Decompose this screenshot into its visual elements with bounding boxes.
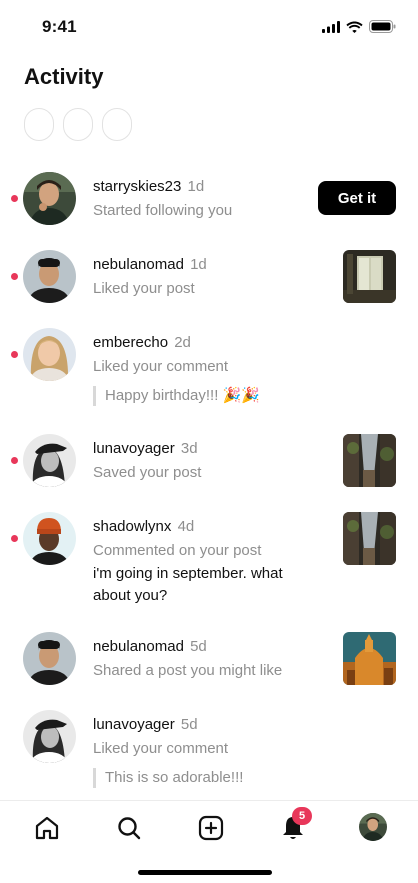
timestamp: 4d [177,518,195,535]
quoted-comment: Happy birthday!!! 🎉🎉 [93,386,313,406]
timestamp: 5d [190,638,207,655]
home-icon [35,816,59,840]
avatar[interactable] [23,632,76,685]
home-indicator [138,870,272,875]
search-icon [118,817,141,840]
tab-profile[interactable] [359,813,387,841]
quoted-comment: This is so adorable!!! [93,768,313,788]
activity-text: Saved your post [93,464,202,481]
battery-icon [369,20,396,33]
avatar[interactable] [23,250,76,303]
status-bar: 9:41 [0,0,418,52]
filter-chips [24,108,132,141]
avatar[interactable] [23,434,76,487]
username[interactable]: nebulanomad [93,638,184,655]
post-thumbnail[interactable] [343,632,396,685]
timestamp: 3d [180,440,198,457]
activity-text: Commented on your post [93,542,262,559]
avatar[interactable] [23,328,76,381]
unread-dot [11,273,18,280]
get-it-button[interactable]: Get it [318,181,396,215]
username[interactable]: emberecho [93,334,168,351]
unread-dot [11,535,18,542]
tab-notifications[interactable]: 5 [278,807,312,843]
post-thumbnail[interactable] [343,434,396,487]
post-thumbnail[interactable] [343,512,396,565]
username[interactable]: lunavoyager [93,440,175,457]
cellular-signal-icon [322,20,340,33]
status-icons [322,20,396,33]
timestamp: 5d [180,716,198,733]
activity-text: Liked your comment [93,740,229,757]
tab-search[interactable] [114,813,144,843]
filter-chip[interactable] [102,108,132,141]
profile-avatar [359,813,387,841]
page-title: Activity [24,64,104,89]
status-time: 9:41 [42,17,77,36]
timestamp: 2d [174,334,191,351]
activity-text: Started following you [93,202,233,219]
tab-create[interactable] [196,813,226,843]
username[interactable]: nebulanomad [93,256,184,273]
username[interactable]: starryskies23 [93,178,181,195]
activity-text: Liked your comment [93,358,229,375]
filter-chip[interactable] [63,108,93,141]
activity-text: Shared a post you might like [93,662,283,679]
filter-chip[interactable] [24,108,54,141]
timestamp: 1d [187,178,205,195]
avatar[interactable] [23,512,76,565]
post-thumbnail[interactable] [343,250,396,303]
timestamp: 1d [190,256,207,273]
unread-dot [11,457,18,464]
username[interactable]: lunavoyager [93,716,175,733]
avatar[interactable] [23,710,76,763]
unread-dot [11,195,18,202]
wifi-icon [346,21,363,33]
comment-text: i'm going in september. what about you? [93,565,283,604]
tab-home[interactable] [32,813,62,843]
add-post-icon [198,815,224,841]
unread-dot [11,351,18,358]
avatar[interactable] [23,172,76,225]
username[interactable]: shadowlynx [93,518,171,535]
activity-text: Liked your post [93,280,195,297]
notification-badge: 5 [292,807,312,825]
